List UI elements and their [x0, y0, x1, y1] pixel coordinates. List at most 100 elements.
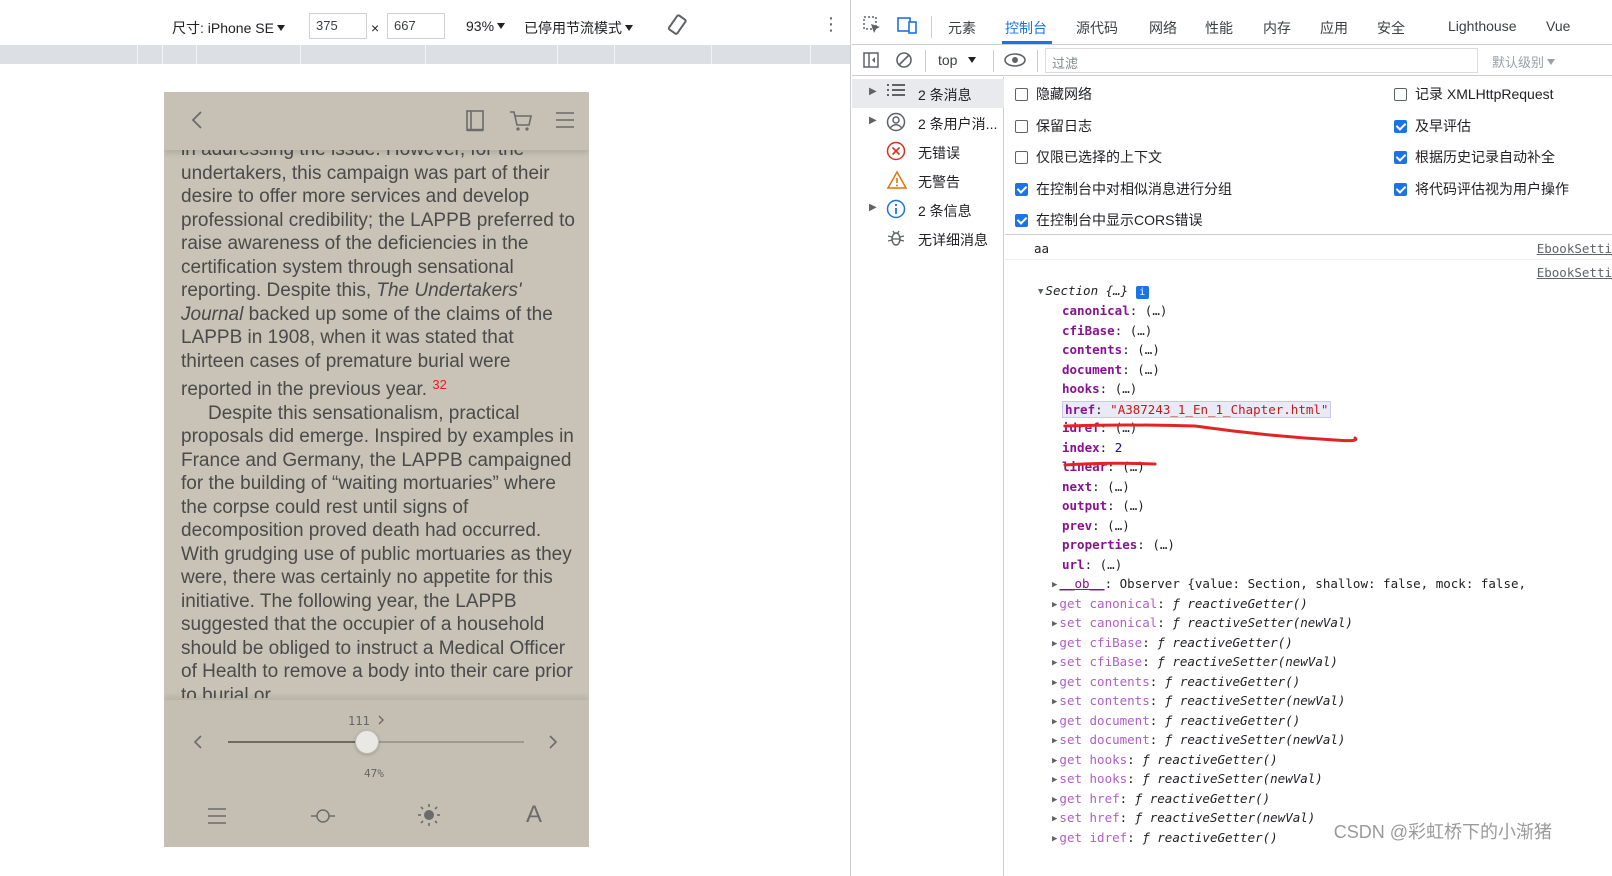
progress-slider[interactable]	[228, 730, 524, 754]
expand-arrow-icon[interactable]: ▶	[1052, 736, 1057, 746]
accessor-row[interactable]: ▶ get cfiBase: ƒ reactiveGetter()	[1052, 635, 1293, 650]
property-row[interactable]: properties: (…)	[1062, 537, 1175, 552]
expand-arrow-icon[interactable]: ▶	[1052, 619, 1057, 629]
width-input[interactable]: 375	[309, 13, 367, 39]
reader-top-bar	[164, 92, 589, 150]
property-row[interactable]: output: (…)	[1062, 498, 1145, 513]
observer-row[interactable]: ▶ __ob__: Observer {value: Section, shall…	[1052, 576, 1526, 591]
accessor-function: ƒ reactiveSetter(newVal)	[1164, 693, 1346, 708]
expand-arrow-icon[interactable]: ▶	[869, 202, 877, 213]
menu-icon[interactable]	[554, 109, 576, 137]
page-number: 111	[348, 714, 385, 728]
accessor-row[interactable]: ▶ set href: ƒ reactiveSetter(newVal)	[1052, 810, 1315, 825]
sidebar-toggle-icon[interactable]	[862, 51, 880, 72]
tab-network[interactable]: 网络	[1149, 18, 1177, 38]
expand-arrow-icon[interactable]: ▶	[1052, 756, 1057, 766]
media-query-ruler	[0, 45, 850, 64]
reader-bottom-bar: 111 47% A	[164, 700, 589, 847]
accessor-row[interactable]: ▶ get hooks: ƒ reactiveGetter()	[1052, 752, 1278, 767]
toc-icon[interactable]	[206, 806, 228, 831]
info-icon	[886, 199, 906, 219]
tab-vue[interactable]: Vue	[1546, 18, 1570, 34]
footnote-ref[interactable]: 32	[432, 377, 446, 392]
group-similar-checkbox[interactable]: 在控制台中对相似消息进行分组	[1015, 179, 1232, 199]
tab-sources[interactable]: 源代码	[1076, 18, 1118, 38]
accessor-row[interactable]: ▶ set canonical: ƒ reactiveSetter(newVal)	[1052, 615, 1353, 630]
log-level-select[interactable]: 默认级别	[1492, 52, 1556, 71]
devtools-pane: 元素 控制台 源代码 网络 性能 内存 应用 安全 Lighthouse Vue…	[852, 0, 1612, 876]
tab-performance[interactable]: 性能	[1205, 18, 1233, 38]
property-row[interactable]: prev: (…)	[1062, 518, 1130, 533]
expand-arrow-icon[interactable]: ▶	[1052, 814, 1057, 824]
tab-memory[interactable]: 内存	[1263, 18, 1291, 38]
cart-icon[interactable]	[508, 109, 534, 139]
progress-icon[interactable]	[310, 804, 336, 833]
device-toolbar-icon[interactable]	[896, 15, 918, 40]
brightness-icon[interactable]	[417, 803, 441, 832]
preserve-log-checkbox[interactable]: 保留日志	[1015, 116, 1092, 136]
font-size-icon[interactable]: A	[526, 801, 542, 829]
expand-arrow-icon[interactable]: ▶	[1052, 717, 1057, 727]
zoom-select[interactable]: 93%	[466, 18, 506, 34]
throttle-select[interactable]: 已停用节流模式	[524, 18, 633, 38]
sidebar-item-warnings[interactable]: 无警告	[852, 166, 1004, 195]
height-input[interactable]: 667	[387, 13, 445, 39]
live-expression-icon[interactable]	[1003, 51, 1027, 72]
autocomplete-history-checkbox[interactable]: 根据历史记录自动补全	[1394, 147, 1555, 167]
property-key: url	[1062, 556, 1085, 572]
accessor-row[interactable]: ▶ get document: ƒ reactiveGetter()	[1052, 713, 1300, 728]
paragraph-2: Despite this sensationalism, practical p…	[181, 402, 574, 699]
hide-network-checkbox[interactable]: 隐藏网络	[1015, 84, 1092, 104]
property-row[interactable]: url: (…)	[1062, 557, 1122, 572]
next-chapter-icon[interactable]	[547, 733, 559, 756]
filter-input[interactable]: 过滤	[1045, 48, 1478, 73]
expand-arrow-icon[interactable]: ▶	[1052, 834, 1057, 844]
show-cors-errors-checkbox[interactable]: 在控制台中显示CORS错误	[1015, 210, 1202, 230]
sidebar-item-verbose[interactable]: 无详细消息	[852, 224, 1004, 253]
expand-arrow-icon[interactable]: ▶	[869, 115, 877, 126]
eager-eval-checkbox[interactable]: 及早评估	[1394, 116, 1471, 136]
accessor-row[interactable]: ▶ set hooks: ƒ reactiveSetter(newVal)	[1052, 771, 1323, 786]
accessor-row[interactable]: ▶ get canonical: ƒ reactiveGetter()	[1052, 596, 1308, 611]
progress-thumb[interactable]	[355, 730, 380, 754]
expand-arrow-icon[interactable]: ▶	[1052, 795, 1057, 805]
sidebar-item-messages[interactable]: ▶ 2 条消息	[852, 79, 1004, 108]
tab-lighthouse[interactable]: Lighthouse	[1448, 18, 1517, 34]
expand-arrow-icon[interactable]: ▶	[1052, 658, 1057, 668]
accessor-row[interactable]: ▶ set contents: ƒ reactiveSetter(newVal)	[1052, 693, 1345, 708]
accessor-row[interactable]: ▶ get idref: ƒ reactiveGetter()	[1052, 830, 1278, 845]
log-xhr-checkbox[interactable]: 记录 XMLHttpRequest	[1394, 84, 1554, 104]
accessor-row[interactable]: ▶ set cfiBase: ƒ reactiveSetter(newVal)	[1052, 654, 1338, 669]
selected-context-checkbox[interactable]: 仅限已选择的上下文	[1015, 147, 1162, 167]
expand-arrow-icon[interactable]: ▶	[1052, 600, 1057, 610]
accessor-function: ƒ reactiveGetter()	[1164, 673, 1301, 689]
expand-arrow-icon[interactable]: ▶	[1052, 678, 1057, 688]
rotate-icon[interactable]	[666, 13, 688, 40]
tab-security[interactable]: 安全	[1377, 18, 1405, 38]
accessor-row[interactable]: ▶ get href: ƒ reactiveGetter()	[1052, 791, 1270, 806]
expand-arrow-icon[interactable]: ▶	[1052, 775, 1057, 785]
expand-arrow-icon[interactable]: ▶	[1052, 697, 1057, 707]
prev-chapter-icon[interactable]	[192, 733, 204, 756]
back-icon[interactable]	[190, 109, 204, 137]
expand-arrow-icon[interactable]: ▶	[1052, 639, 1057, 649]
inspect-element-icon[interactable]	[862, 15, 882, 40]
tab-application[interactable]: 应用	[1320, 18, 1348, 38]
bookshelf-icon[interactable]	[464, 109, 486, 139]
device-select[interactable]: 尺寸: iPhone SE	[172, 18, 285, 38]
sidebar-item-user-messages[interactable]: ▶ 2 条用户消...	[852, 108, 1004, 137]
property-key: __ob__	[1059, 576, 1105, 591]
expand-arrow-icon[interactable]: ▶	[1052, 580, 1057, 590]
expand-arrow-icon[interactable]: ▶	[869, 86, 877, 97]
accessor-row[interactable]: ▶ get contents: ƒ reactiveGetter()	[1052, 674, 1300, 689]
property-key: prev	[1062, 517, 1093, 533]
sidebar-item-info[interactable]: ▶ 2 条信息	[852, 195, 1004, 224]
tab-elements[interactable]: 元素	[948, 18, 976, 38]
accessor-row[interactable]: ▶ set document: ƒ reactiveSetter(newVal)	[1052, 732, 1345, 747]
sidebar-item-errors[interactable]: 无错误	[852, 137, 1004, 166]
context-select[interactable]: top	[938, 52, 977, 68]
tab-console[interactable]: 控制台	[1005, 18, 1047, 38]
more-options-icon[interactable]: ⋮	[822, 14, 840, 35]
eval-user-gesture-checkbox[interactable]: 将代码评估视为用户操作	[1394, 179, 1569, 199]
clear-console-icon[interactable]	[895, 51, 913, 72]
